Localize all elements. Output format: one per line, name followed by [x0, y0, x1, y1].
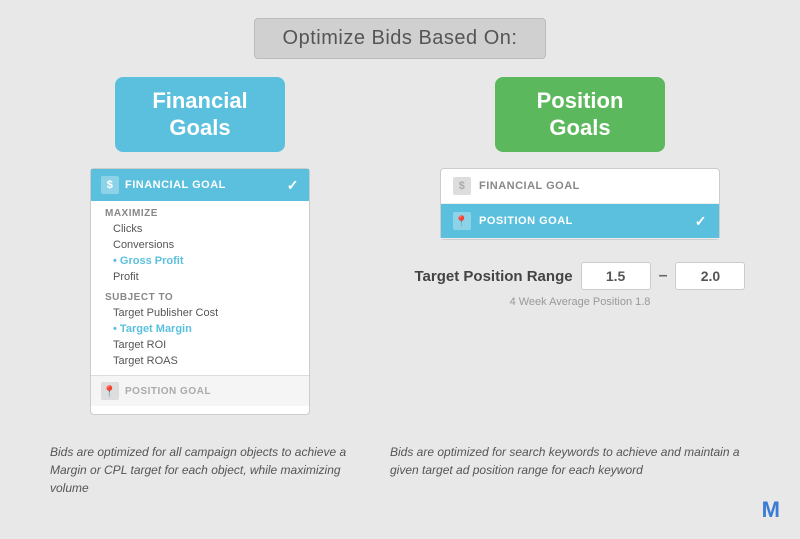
menu-item-conversions[interactable]: Conversions	[91, 237, 309, 253]
financial-goal-header-label: FINANCIAL GOAL	[125, 179, 226, 191]
right-column: PositionGoals $ FINANCIAL GOAL 📍 POSITIO…	[380, 77, 780, 415]
menu-item-target-roi[interactable]: Target ROI	[91, 337, 309, 353]
right-desc-text: Bids are optimized for search keywords t…	[390, 443, 750, 479]
pin-icon-white: 📍	[453, 212, 471, 230]
right-panel-position-row[interactable]: 📍 POSITION GOAL ✓	[441, 204, 719, 239]
range-dash: –	[659, 267, 668, 285]
menu-item-target-publisher-cost[interactable]: Target Publisher Cost	[91, 305, 309, 321]
dollar-icon-gray: $	[453, 177, 471, 195]
right-description: Bids are optimized for search keywords t…	[370, 443, 770, 497]
position-row-checkmark: ✓	[695, 213, 707, 230]
marin-logo: M	[762, 497, 780, 523]
columns-layout: FinancialGoals $ FINANCIAL GOAL ✓ MAXIMI…	[0, 77, 800, 415]
position-goal-footer[interactable]: 📍 POSITION GOAL	[91, 375, 309, 406]
menu-item-gross-profit[interactable]: Gross Profit	[91, 253, 309, 269]
position-goals-button[interactable]: PositionGoals	[495, 77, 665, 152]
right-position-label: POSITION GOAL	[479, 215, 573, 227]
range-max-input[interactable]: 2.0	[675, 262, 745, 290]
financial-goals-button[interactable]: FinancialGoals	[115, 77, 285, 152]
bottom-descriptions: Bids are optimized for all campaign obje…	[0, 443, 800, 497]
left-column: FinancialGoals $ FINANCIAL GOAL ✓ MAXIMI…	[20, 77, 380, 415]
left-desc-text: Bids are optimized for all campaign obje…	[50, 443, 350, 497]
financial-dropdown-panel: $ FINANCIAL GOAL ✓ MAXIMIZE Clicks Conve…	[90, 168, 310, 415]
maximize-section-label: MAXIMIZE	[91, 201, 309, 221]
financial-goal-header[interactable]: $ FINANCIAL GOAL ✓	[91, 169, 309, 201]
avg-position-label: 4 Week Average Position 1.8	[510, 296, 651, 308]
menu-item-target-margin[interactable]: Target Margin	[91, 321, 309, 337]
financial-goal-checkmark: ✓	[287, 177, 299, 194]
left-description: Bids are optimized for all campaign obje…	[30, 443, 370, 497]
right-financial-label: FINANCIAL GOAL	[479, 180, 580, 192]
right-panel: $ FINANCIAL GOAL 📍 POSITION GOAL ✓	[440, 168, 720, 240]
position-range-row: Target Position Range 1.5 – 2.0	[415, 262, 746, 290]
target-position-range-label: Target Position Range	[415, 268, 573, 285]
financial-goal-header-icon-group: $ FINANCIAL GOAL	[101, 176, 226, 194]
menu-item-profit[interactable]: Profit	[91, 269, 309, 285]
dollar-icon: $	[101, 176, 119, 194]
subject-to-section-label: SUBJECT TO	[91, 285, 309, 305]
main-container: Optimize Bids Based On: FinancialGoals $…	[0, 0, 800, 539]
right-panel-financial-row[interactable]: $ FINANCIAL GOAL	[441, 169, 719, 204]
menu-item-clicks[interactable]: Clicks	[91, 221, 309, 237]
position-goal-footer-label: POSITION GOAL	[125, 386, 211, 397]
optimize-heading: Optimize Bids Based On:	[254, 18, 547, 59]
range-min-input[interactable]: 1.5	[581, 262, 651, 290]
pin-icon-gray: 📍	[101, 382, 119, 400]
menu-item-target-roas[interactable]: Target ROAS	[91, 353, 309, 369]
